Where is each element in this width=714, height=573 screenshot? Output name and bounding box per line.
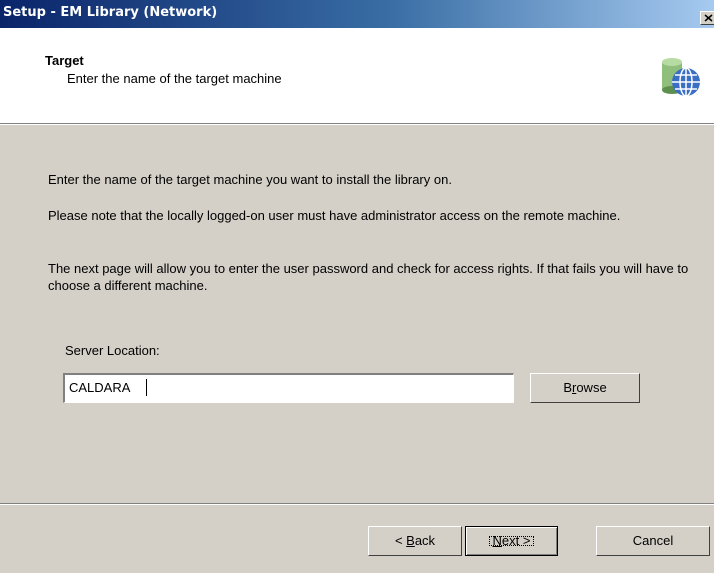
globe-database-icon xyxy=(662,58,700,97)
back-button[interactable]: < Back xyxy=(368,526,462,556)
close-icon xyxy=(704,14,713,22)
server-location-value: CALDARA xyxy=(69,380,131,395)
server-location-label: Server Location: xyxy=(65,343,160,358)
browse-label-post: owse xyxy=(576,380,607,395)
browse-button[interactable]: Browse xyxy=(530,373,640,403)
window-title: Setup - EM Library (Network) xyxy=(3,5,218,20)
browse-label-pre: B xyxy=(563,380,572,395)
header-divider xyxy=(0,123,714,125)
instruction-text: Enter the name of the target machine you… xyxy=(48,172,452,187)
cancel-button[interactable]: Cancel xyxy=(596,526,710,556)
footer-divider xyxy=(0,503,714,505)
next-label-accel: N xyxy=(492,533,502,548)
page-subtitle: Enter the name of the target machine xyxy=(67,71,282,86)
next-focus-rect: Next > xyxy=(485,532,539,550)
back-label-pre: < xyxy=(394,533,407,548)
next-page-note-text: The next page will allow you to enter th… xyxy=(48,261,689,293)
back-label-post: ack xyxy=(414,533,436,548)
server-location-input[interactable]: CALDARA xyxy=(63,373,514,403)
close-button[interactable] xyxy=(700,11,714,25)
title-bar[interactable]: Setup - EM Library (Network) xyxy=(0,0,714,28)
setup-dialog: Setup - EM Library (Network) Target Ente… xyxy=(0,0,714,573)
back-label-accel: B xyxy=(406,533,415,548)
page-title: Target xyxy=(45,53,84,68)
next-button[interactable]: Next > xyxy=(465,526,558,556)
admin-note-text: Please note that the locally logged-on u… xyxy=(48,208,621,223)
wizard-header: Target Enter the name of the target mach… xyxy=(0,28,714,123)
text-caret xyxy=(146,379,147,396)
next-label-post: ext > xyxy=(501,533,531,548)
